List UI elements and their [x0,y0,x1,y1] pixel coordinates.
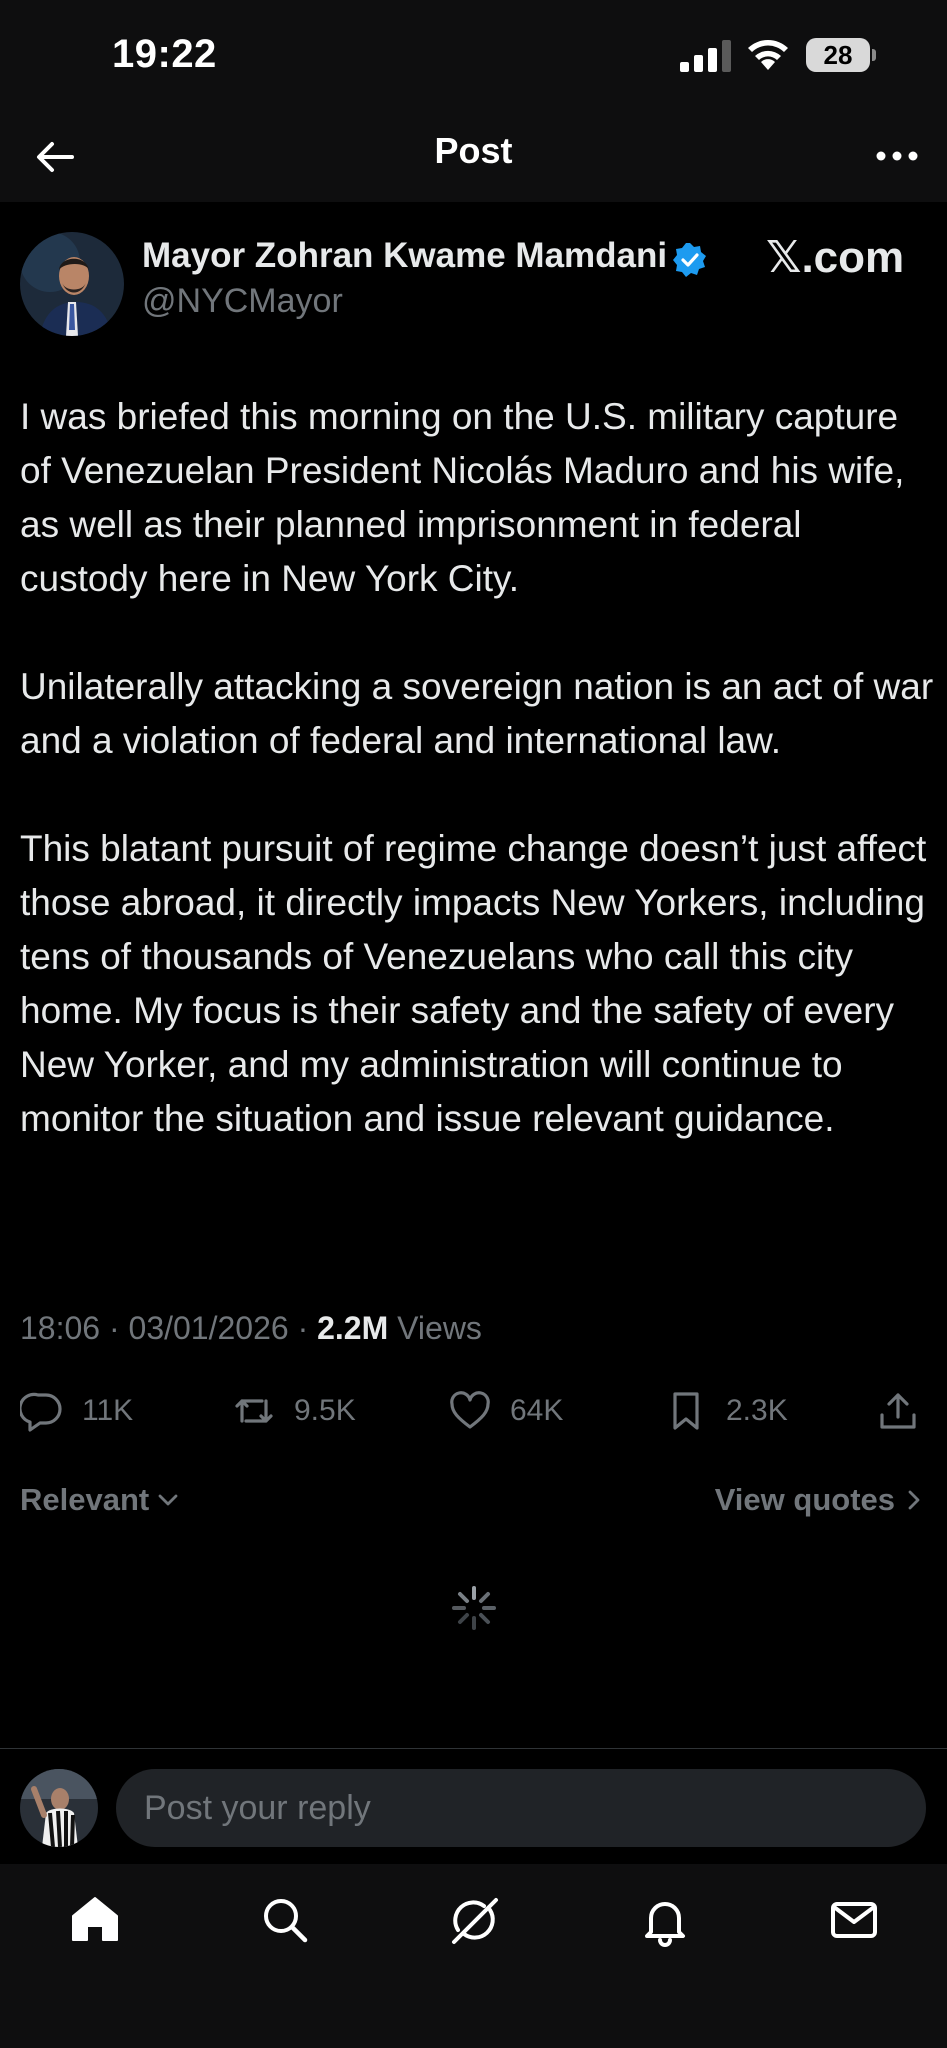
replies-bar: Relevant View quotes [20,1482,927,1526]
share-button[interactable] [876,1386,920,1436]
status-time: 19:22 [112,32,217,76]
engagement-bar: 11K 9.5K 64K 2.3K [20,1386,927,1436]
repost-count: 9.5K [294,1394,356,1427]
reply-icon [20,1392,62,1432]
post-date: 03/01/2026 [128,1310,289,1346]
search-icon[interactable] [257,1892,313,1948]
chevron-right-icon [908,1490,920,1510]
x-com-watermark: 𝕏.com [766,233,905,282]
grok-icon[interactable] [446,1892,502,1948]
author-handle[interactable]: @NYCMayor [142,282,343,321]
nav-bar: Post [0,110,947,202]
chevron-down-icon [158,1494,178,1506]
reply-composer [0,1748,947,1865]
share-icon [880,1393,916,1429]
status-bar: 19:22 28 [0,0,947,110]
post-paragraph: Unilaterally attacking a sovereign natio… [20,666,934,761]
sort-label: Relevant [20,1482,150,1517]
view-quotes-label: View quotes [714,1482,895,1517]
post-paragraph: I was briefed this morning on the U.S. m… [20,396,905,599]
bottom-tab-bar [0,1864,947,2048]
bookmark-button[interactable]: 2.3K [664,1386,788,1436]
home-icon[interactable] [67,1892,123,1948]
reply-input[interactable] [116,1769,926,1847]
author-name[interactable]: Mayor Zohran Kwame Mamdani [142,236,667,276]
post-paragraph: This blatant pursuit of regime change do… [20,828,927,1139]
notifications-bell-icon[interactable] [637,1892,693,1948]
author-avatar[interactable] [20,232,124,336]
verified-badge-icon [673,243,706,277]
cellular-signal-icon [680,40,731,72]
reply-count: 11K [82,1394,134,1427]
like-count: 64K [510,1394,564,1427]
user-avatar[interactable] [20,1769,98,1847]
view-quotes-link[interactable]: View quotes [715,1482,927,1518]
post-text: I was briefed this morning on the U.S. m… [20,390,935,1200]
views-label: Views [397,1310,482,1346]
views-count: 2.2M [317,1310,389,1346]
messages-envelope-icon[interactable] [826,1892,882,1948]
more-options-icon[interactable] [869,134,925,178]
battery-level: 28 [806,38,870,72]
repost-icon [235,1399,273,1423]
heart-icon [450,1391,490,1429]
page-title: Post [434,130,513,171]
bookmark-icon [673,1392,699,1430]
bookmark-count: 2.3K [726,1394,788,1427]
like-button[interactable]: 64K [448,1386,563,1436]
post-time: 18:06 [20,1310,101,1346]
sort-replies-dropdown[interactable]: Relevant [20,1482,181,1518]
reply-button[interactable]: 11K [20,1386,133,1436]
wifi-icon [748,40,788,70]
post-meta: 18:06 · 03/01/2026 · 2.2M Views [20,1310,482,1346]
repost-button[interactable]: 9.5K [232,1386,356,1436]
loading-spinner-icon [452,1586,496,1630]
battery-icon: 28 [806,38,876,72]
